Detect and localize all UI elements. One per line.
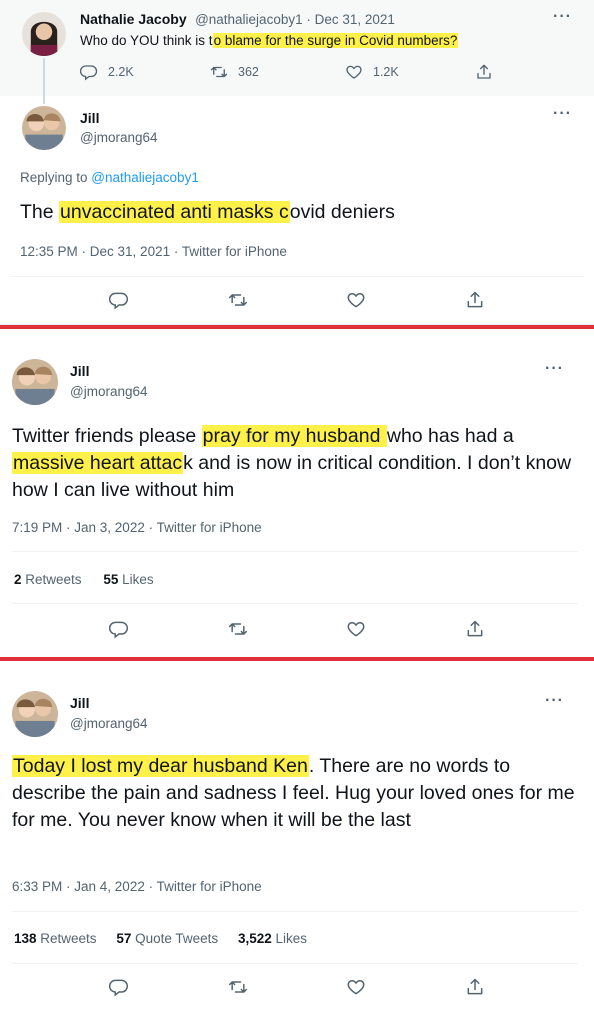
likes-count: 55 <box>103 572 119 587</box>
tweet-text: The unvaccinated anti masks covid denier… <box>20 199 580 226</box>
tweet-timestamp[interactable]: 7:19 PM · Jan 3, 2022 · Twitter for iPho… <box>12 520 262 535</box>
share-icon[interactable] <box>465 977 485 997</box>
tweet-text-plain: ovid deniers <box>289 201 395 223</box>
like-button[interactable]: 1.2K <box>345 63 475 81</box>
more-icon[interactable]: ··· <box>545 692 564 710</box>
action-bar <box>0 977 594 997</box>
engagement-stats: 2 Retweets 55 Likes <box>14 572 154 587</box>
author-handle[interactable]: @jmorang64 <box>70 716 148 731</box>
retweets-label: Retweets <box>21 572 82 587</box>
author-handle[interactable]: @jmorang64 <box>80 130 158 145</box>
divider <box>12 963 578 964</box>
reply-button[interactable]: 2.2K <box>80 63 210 81</box>
panel-2-tweet: Jill @jmorang64 ··· Twitter friends plea… <box>0 329 594 657</box>
retweet-icon[interactable] <box>228 619 248 639</box>
divider <box>12 911 578 912</box>
share-icon[interactable] <box>465 619 485 639</box>
action-bar: 2.2K 362 1.2K <box>80 63 493 81</box>
tweet-text: Who do YOU think is to blame for the sur… <box>80 33 459 48</box>
tweet-timestamp[interactable]: 6:33 PM · Jan 4, 2022 · Twitter for iPho… <box>12 879 262 894</box>
quotes-label: Quote Tweets <box>131 931 219 946</box>
highlight: o blame for the surge in Covid numbers? <box>212 33 459 48</box>
avatar-jill[interactable] <box>12 359 58 405</box>
reply-icon <box>80 63 98 81</box>
highlight: Today I lost my dear husband Ken <box>12 755 309 777</box>
reply-icon[interactable] <box>109 290 129 310</box>
divider <box>12 551 578 552</box>
retweet-icon <box>210 63 228 81</box>
tweet-text-plain: The <box>20 201 60 223</box>
author-name[interactable]: Jill <box>70 695 148 711</box>
more-icon[interactable]: ··· <box>545 360 564 378</box>
retweet-icon[interactable] <box>228 290 248 310</box>
retweets-count: 138 <box>14 931 37 946</box>
divider <box>12 603 578 604</box>
like-icon <box>345 63 363 81</box>
like-icon[interactable] <box>346 290 366 310</box>
quotes-count: 57 <box>116 931 132 946</box>
like-icon[interactable] <box>346 977 366 997</box>
retweets-count: 2 <box>14 572 22 587</box>
more-icon[interactable]: ··· <box>553 105 572 123</box>
author-handle[interactable]: @nathaliejacoby1 <box>195 12 303 27</box>
likes-label: Likes <box>118 572 154 587</box>
like-icon[interactable] <box>346 619 366 639</box>
share-button[interactable] <box>475 63 493 81</box>
author-name[interactable]: Jill <box>70 363 148 379</box>
replying-to: Replying to @nathaliejacoby1 <box>20 170 199 185</box>
retweet-button[interactable]: 362 <box>210 63 345 81</box>
retweet-icon[interactable] <box>228 977 248 997</box>
panel-3-tweet: Jill @jmorang64 ··· Today I lost my dear… <box>0 661 594 1024</box>
tweet-timestamp[interactable]: 12:35 PM · Dec 31, 2021 · Twitter for iP… <box>20 244 287 259</box>
tweet-text-plain: Who do YOU think is t <box>80 33 213 48</box>
author-name[interactable]: Jill <box>80 110 158 126</box>
divider <box>10 276 584 277</box>
reply-icon[interactable] <box>109 619 129 639</box>
thread-line <box>43 58 45 104</box>
likes-stat[interactable]: 3,522 Likes <box>238 931 307 946</box>
engagement-stats: 138 Retweets 57 Quote Tweets 3,522 Likes <box>14 931 307 946</box>
highlight: massive heart attac <box>12 452 184 474</box>
panel-1-conversation: Nathalie Jacoby @nathaliejacoby1 · Dec 3… <box>0 0 594 325</box>
author-handle[interactable]: @jmorang64 <box>70 384 148 399</box>
avatar-jill[interactable] <box>12 691 58 737</box>
replying-handle[interactable]: @nathaliejacoby1 <box>91 170 199 185</box>
likes-stat[interactable]: 55 Likes <box>103 572 153 587</box>
action-bar <box>0 290 594 310</box>
share-icon <box>475 63 493 81</box>
parent-tweet[interactable]: Nathalie Jacoby @nathaliejacoby1 · Dec 3… <box>0 0 594 104</box>
tweet-text: Twitter friends please pray for my husba… <box>12 423 572 504</box>
retweet-count: 362 <box>238 65 259 79</box>
retweets-stat[interactable]: 138 Retweets <box>14 931 97 946</box>
tweet-text-plain: who has had a <box>386 425 514 447</box>
retweets-label: Retweets <box>36 931 97 946</box>
highlight: pray for my husband <box>201 425 387 447</box>
likes-count: 3,522 <box>237 931 272 946</box>
tweet-text: Today I lost my dear husband Ken. There … <box>12 753 578 834</box>
like-count: 1.2K <box>373 65 399 79</box>
avatar-jill[interactable] <box>22 106 66 150</box>
reply-icon[interactable] <box>109 977 129 997</box>
share-icon[interactable] <box>465 290 485 310</box>
retweets-stat[interactable]: 2 Retweets <box>14 572 82 587</box>
action-bar <box>0 619 594 639</box>
quotes-stat[interactable]: 57 Quote Tweets <box>116 931 218 946</box>
likes-label: Likes <box>271 931 308 946</box>
avatar-nathalie[interactable] <box>22 12 66 56</box>
author-name[interactable]: Nathalie Jacoby <box>80 11 187 27</box>
tweet-text-plain: Twitter friends please <box>12 425 202 447</box>
replying-label: Replying to <box>20 170 92 185</box>
tweet-date[interactable]: Dec 31, 2021 <box>315 12 395 27</box>
highlight: unvaccinated anti masks c <box>59 201 290 223</box>
reply-count: 2.2K <box>108 65 134 79</box>
separator-dot: · <box>302 12 315 27</box>
more-icon[interactable]: ··· <box>553 8 572 26</box>
